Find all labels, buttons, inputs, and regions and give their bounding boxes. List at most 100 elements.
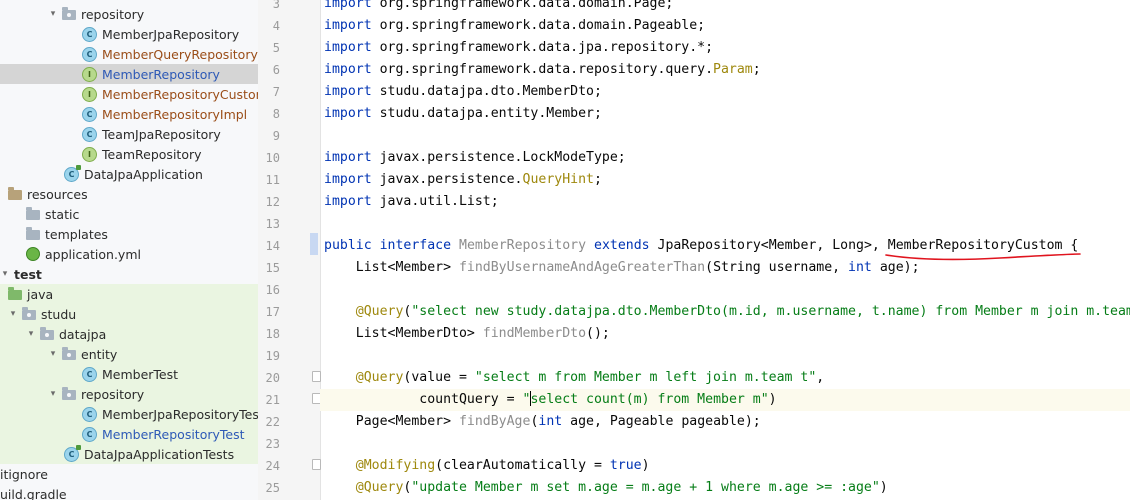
tree-item-memberjparepository[interactable]: C MemberJpaRepository bbox=[0, 24, 258, 44]
tree-item-label: application.yml bbox=[45, 246, 141, 262]
chevron-down-icon[interactable]: ▾ bbox=[8, 309, 18, 319]
package-folder-icon bbox=[62, 386, 76, 400]
tree-item-memberrepositoryimpl[interactable]: C MemberRepositoryImpl bbox=[0, 104, 258, 124]
code-line-10: import javax.persistence.LockModeType; bbox=[324, 150, 626, 165]
line-number: 14 bbox=[265, 239, 280, 253]
tree-item-label: MemberTest bbox=[102, 366, 179, 382]
tree-item-resources[interactable]: resources bbox=[0, 184, 258, 204]
line-number: 23 bbox=[265, 437, 280, 451]
tree-item-label: DataJpaApplicationTests bbox=[84, 446, 235, 462]
class-icon: C bbox=[82, 366, 97, 382]
code-line-11: import javax.persistence.QueryHint; bbox=[324, 172, 602, 187]
code-line-14: public interface MemberRepository extend… bbox=[324, 238, 1079, 253]
tree-item-label: studu bbox=[41, 306, 77, 322]
tree-item-label: repository bbox=[81, 386, 145, 402]
line-number: 5 bbox=[272, 41, 280, 55]
interface-icon: I bbox=[82, 146, 97, 162]
tree-item-label: TeamRepository bbox=[102, 146, 202, 162]
line-number: 17 bbox=[265, 305, 280, 319]
tree-item-label: TeamJpaRepository bbox=[102, 126, 221, 142]
code-line-15: List<Member> findByUsernameAndAgeGreater… bbox=[324, 260, 920, 275]
tree-item-teamrepository[interactable]: I TeamRepository bbox=[0, 144, 258, 164]
code-line-20: @Query(value = "select m from Member m l… bbox=[355, 370, 825, 385]
tree-item-label: itignore bbox=[0, 466, 48, 482]
folder-icon bbox=[26, 206, 40, 220]
tree-item-templates[interactable]: templates bbox=[0, 224, 258, 244]
runnable-class-icon: C bbox=[64, 164, 81, 182]
code-line-6: import org.springframework.data.reposito… bbox=[324, 62, 761, 77]
tree-item-teamjparepository[interactable]: C TeamJpaRepository bbox=[0, 124, 258, 144]
spring-config-icon bbox=[26, 247, 40, 261]
code-line-4: import org.springframework.data.domain.P… bbox=[324, 18, 706, 33]
tree-item-memberqueryrepository[interactable]: C MemberQueryRepository bbox=[0, 44, 258, 64]
tree-item-memberrepositorytest[interactable]: C MemberRepositoryTest bbox=[0, 424, 258, 444]
interface-icon: I bbox=[82, 86, 97, 102]
line-number: 9 bbox=[272, 129, 280, 143]
tree-item-label: DataJpaApplication bbox=[84, 166, 203, 182]
editor-gutter: 3 4 5 6 7 8 9 10 11 12 13 14 15 16 17 18… bbox=[258, 0, 343, 500]
chevron-down-icon[interactable]: ▾ bbox=[0, 269, 10, 279]
code-line-17: @Query("select new study.datajpa.dto.Mem… bbox=[355, 304, 1130, 319]
change-marker[interactable] bbox=[310, 233, 318, 255]
tree-item-label: static bbox=[45, 206, 80, 222]
tree-item-memberrepositorycustom[interactable]: I MemberRepositoryCustom bbox=[0, 84, 258, 104]
code-line-18: List<MemberDto> findMemberDto(); bbox=[324, 326, 610, 341]
tree-item-label: uild.gradle bbox=[0, 486, 67, 500]
code-line-7: import studu.datajpa.dto.MemberDto; bbox=[324, 84, 602, 99]
tree-item-memberrepository[interactable]: I MemberRepository bbox=[0, 64, 258, 84]
class-icon: C bbox=[82, 46, 97, 62]
tree-item-memberjparepositorytest[interactable]: C MemberJpaRepositoryTest bbox=[0, 404, 258, 424]
tree-item-label: MemberRepositoryCustom bbox=[102, 86, 258, 102]
line-number: 19 bbox=[265, 349, 280, 363]
class-icon: C bbox=[82, 106, 97, 122]
line-number: 22 bbox=[265, 415, 280, 429]
tree-item-test-repository[interactable]: ▾ repository bbox=[0, 384, 258, 404]
tree-item-application-yml[interactable]: application.yml bbox=[0, 244, 258, 264]
package-folder-icon bbox=[62, 346, 76, 360]
line-number: 7 bbox=[272, 85, 280, 99]
tree-item-gitignore[interactable]: itignore bbox=[0, 464, 258, 484]
tree-item-label: MemberJpaRepository bbox=[102, 26, 240, 42]
project-tree: ▾ repository C MemberJpaRepository C Mem… bbox=[0, 0, 258, 500]
tree-item-datajpaapplicationtests[interactable]: C DataJpaApplicationTests bbox=[0, 444, 258, 464]
line-number: 18 bbox=[265, 327, 280, 341]
tree-item-datajpaapplication[interactable]: C DataJpaApplication bbox=[0, 164, 258, 184]
class-icon: C bbox=[82, 26, 97, 42]
tree-item-label: MemberQueryRepository bbox=[102, 46, 258, 62]
chevron-down-icon[interactable]: ▾ bbox=[26, 329, 36, 339]
resources-folder-icon bbox=[8, 186, 22, 200]
package-folder-icon bbox=[22, 306, 36, 320]
line-number: 13 bbox=[265, 217, 280, 231]
tree-item-studu[interactable]: ▾ studu bbox=[0, 304, 258, 324]
line-number: 25 bbox=[265, 481, 280, 495]
code-line-12: import java.util.List; bbox=[324, 194, 499, 209]
tree-item-test[interactable]: ▾ test bbox=[0, 264, 258, 284]
tree-item-java[interactable]: java bbox=[0, 284, 258, 304]
line-number: 21 bbox=[265, 393, 280, 407]
chevron-down-icon[interactable]: ▾ bbox=[48, 389, 58, 399]
line-number: 3 bbox=[272, 0, 280, 11]
tree-item-label: repository bbox=[81, 6, 145, 22]
tree-item-static[interactable]: static bbox=[0, 204, 258, 224]
chevron-down-icon[interactable]: ▾ bbox=[48, 9, 58, 19]
tree-item-build-gradle[interactable]: uild.gradle bbox=[0, 484, 258, 500]
tree-item-label: MemberJpaRepositoryTest bbox=[102, 406, 258, 422]
line-number: 11 bbox=[265, 173, 280, 187]
tree-item-membertest[interactable]: C MemberTest bbox=[0, 364, 258, 384]
runnable-class-icon: C bbox=[64, 444, 81, 462]
line-number: 15 bbox=[265, 261, 280, 275]
code-editor[interactable]: import org.springframework.data.domain.P… bbox=[320, 0, 1130, 500]
tree-item-datajpa[interactable]: ▾ datajpa bbox=[0, 324, 258, 344]
tree-item-label: datajpa bbox=[59, 326, 107, 342]
tree-item-label: test bbox=[14, 266, 42, 282]
code-line-3: import org.springframework.data.domain.P… bbox=[324, 0, 674, 11]
class-icon: C bbox=[82, 406, 97, 422]
chevron-down-icon[interactable]: ▾ bbox=[48, 349, 58, 359]
code-line-8: import studu.datajpa.entity.Member; bbox=[324, 106, 602, 121]
tree-item-repository[interactable]: ▾ repository bbox=[0, 4, 258, 24]
line-number: 10 bbox=[265, 151, 280, 165]
tree-item-label: MemberRepositoryImpl bbox=[102, 106, 248, 122]
code-line-25: @Query("update Member m set m.age = m.ag… bbox=[355, 480, 888, 495]
interface-icon: I bbox=[82, 66, 97, 82]
tree-item-entity[interactable]: ▾ entity bbox=[0, 344, 258, 364]
